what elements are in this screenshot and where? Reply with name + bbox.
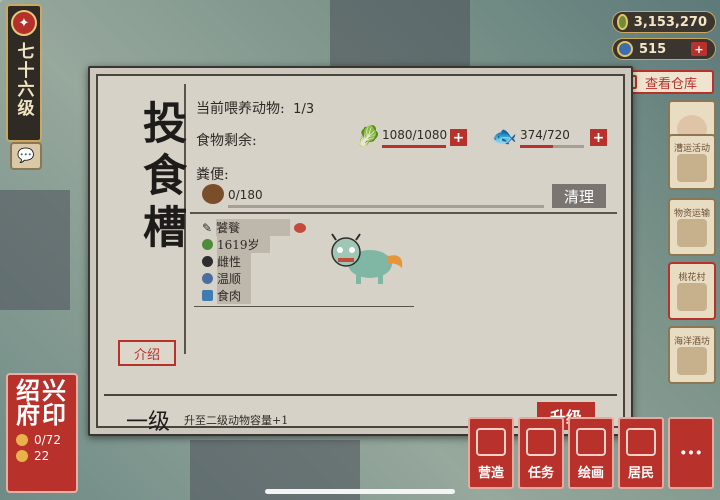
seal-stat-1-value: 0/72 [34,433,61,447]
animal-sex: 雌性 [217,253,252,270]
residents-button[interactable]: 居民 [618,417,664,489]
residents-icon [626,428,656,456]
residents-label: 居民 [627,466,654,481]
painting-label: 绘画 [577,466,604,481]
warehouse-label: 查看仓库 [645,76,698,92]
seal-title: 绍兴府印 [16,376,68,429]
temper-icon [202,273,213,284]
add-veg-food-button[interactable]: + [450,129,467,146]
tasks-button[interactable]: 任务 [518,417,564,489]
coins-display: 3,153,270 [612,11,716,33]
peach-village-icon [677,282,707,311]
painting-button[interactable]: 绘画 [568,417,614,489]
animals-label: 当前喂养动物: [196,101,285,117]
title-column: 投食槽 [106,84,186,354]
diet-fish-icon [202,290,213,301]
add-fish-food-button[interactable]: + [590,129,607,146]
vegetable-icon: 🥬 [356,124,381,148]
fish-icon: 🐟 [492,124,517,148]
home-indicator[interactable] [265,489,455,494]
upgrade-description: 升至二级动物容量+1 [184,414,289,427]
chat-button[interactable]: 💬 [10,142,42,170]
gem-icon [617,41,633,57]
build-icon [476,428,506,456]
manure-bar [228,205,544,208]
animal-diet: 食肉 [217,287,252,304]
animal-temper-row: 温顺 [202,270,252,287]
supplies-icon [677,218,707,247]
side-button-supplies[interactable]: 物资运输 [668,198,716,256]
animal-temper: 温顺 [217,270,252,287]
food-veg-value: 1080/1080 [382,128,448,142]
food-veg-bar-fill [382,145,446,148]
gems-display: 515 + [612,38,716,60]
side-button-peach-village[interactable]: 桃花村 [668,262,716,320]
compass-icon: ✦ [11,10,37,36]
coins-value: 3,153,270 [633,14,707,30]
age-icon [202,239,213,250]
animals-value: 1/3 [293,102,315,117]
manure-label: 粪便: [196,167,229,183]
ocean-winery-label: 海洋酒坊 [673,336,710,347]
build-button[interactable]: 营造 [468,417,514,489]
yin-yang-icon [202,256,213,267]
gems-value: 515 [639,41,667,57]
animal-diet-row: 食肉 [202,287,252,304]
animal-name: 饕餮 [216,219,291,236]
player-level-badge[interactable]: ✦ 七十六级 [6,4,42,142]
manure-value: 0/180 [228,188,263,202]
more-button[interactable]: ··· [668,417,714,489]
meat-icon [294,222,307,233]
tasks-icon [526,428,556,456]
player-level-text: 七十六级 [13,42,34,118]
canal-event-icon [677,153,707,182]
animal-age: 1619岁 [217,236,270,253]
manure-icon [202,184,224,204]
add-gems-button[interactable]: + [691,42,707,56]
build-label: 营造 [477,466,504,481]
section-divider [190,212,617,214]
map-building [330,0,470,70]
chat-icon: 💬 [17,148,35,164]
panel-title: 投食槽 [135,100,186,256]
side-button-ocean-winery[interactable]: 海洋酒坊 [668,326,716,384]
painting-icon [576,428,606,456]
more-icon: ··· [679,440,703,466]
trough-level: 一级 [126,410,171,435]
canal-event-label: 漕运活动 [673,143,710,154]
attr-underline [194,306,414,307]
happiness-icon [16,450,28,462]
food-veg-bar [382,145,446,148]
food-fish-bar [520,145,584,148]
food-label: 食物剩余: [196,133,257,149]
taotie-creature-icon [331,233,403,284]
peach-village-label: 桃花村 [678,272,706,283]
food-fish-value: 374/720 [520,128,570,142]
panel-inner: 投食槽 介绍 当前喂养动物: 1/3 食物剩余: 🥬 1080/1080 + 🐟… [96,74,625,435]
supplies-label: 物资运输 [673,208,710,219]
clean-button[interactable]: 清理 [552,184,606,208]
coin-icon [617,14,628,30]
animal-age-row: 1619岁 [202,236,270,253]
tasks-label: 任务 [527,466,554,481]
animal-name-row: ✎ 饕餮 [202,219,307,236]
seal-stat-1: 0/72 [8,433,76,447]
intro-button[interactable]: 介绍 [118,340,176,366]
brush-icon: ✎ [202,220,213,235]
food-fish-bar-fill [520,145,554,148]
seal-stat-2: 22 [8,449,76,463]
animals-count-row: 当前喂养动物: 1/3 [196,98,314,118]
seal-stat-2-value: 22 [34,449,50,463]
prefecture-seal[interactable]: 绍兴府印 0/72 22 [6,373,78,493]
population-icon [16,434,28,446]
ocean-winery-icon [677,346,707,375]
animal-sex-row: 雌性 [202,253,252,270]
side-button-canal-event[interactable]: 漕运活动 [668,134,716,190]
map-building [0,190,70,310]
feeding-trough-panel: 投食槽 介绍 当前喂养动物: 1/3 食物剩余: 🥬 1080/1080 + 🐟… [88,66,633,436]
